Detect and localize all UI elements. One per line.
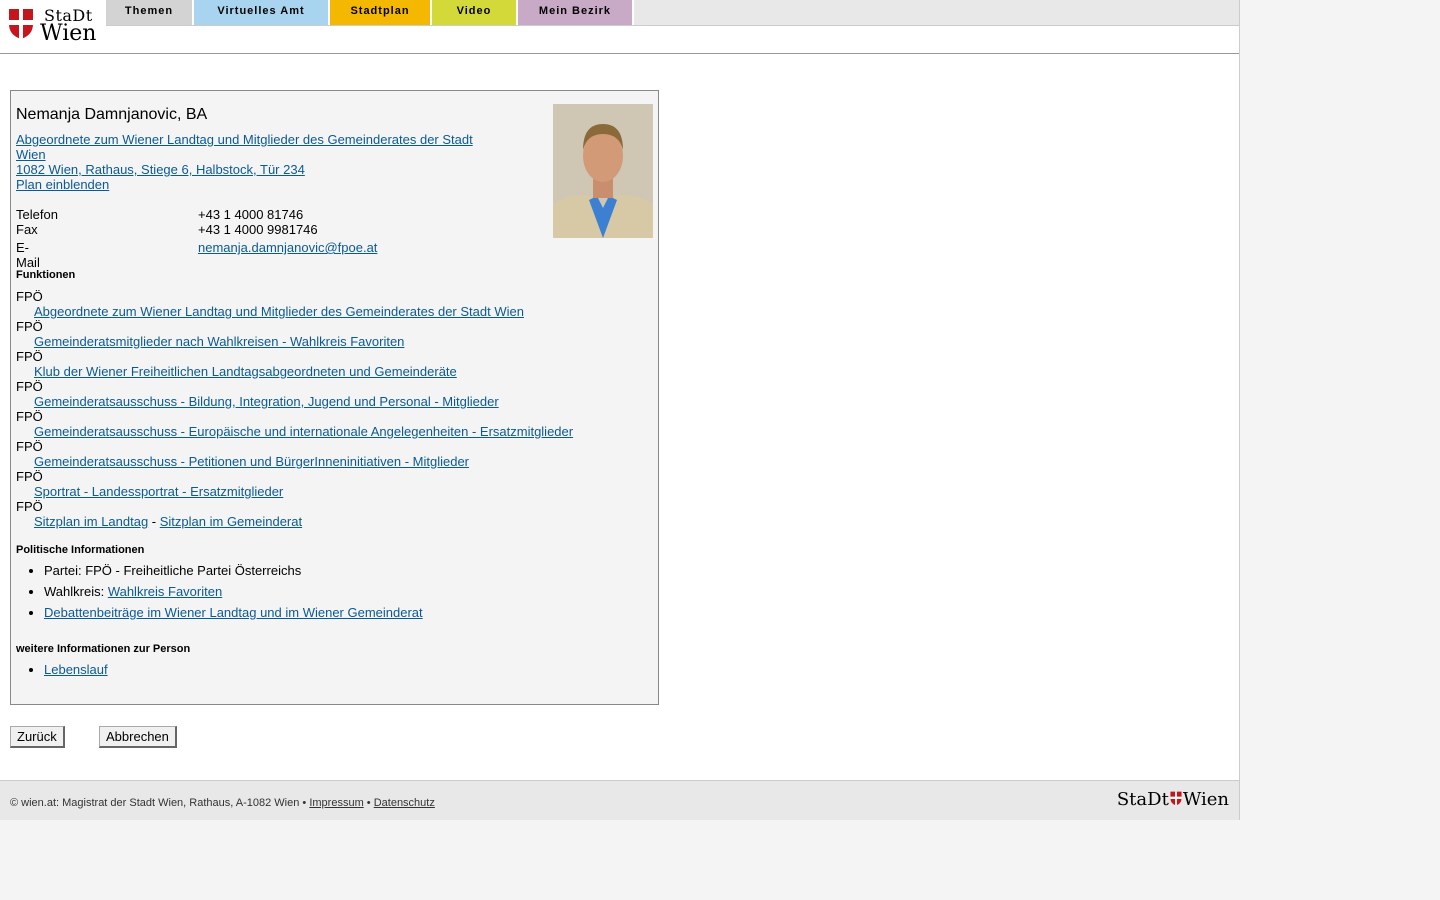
footer-logo[interactable]: StaDt Wien <box>1117 789 1229 810</box>
main-nav: Themen Virtuelles Amt Stadtplan Video Me… <box>106 0 1239 26</box>
seating-item: FPÖ Sitzplan im Landtag - Sitzplan im Ge… <box>16 499 656 529</box>
footer-logo-stadt: StaDt <box>1116 789 1169 810</box>
nav-tab-video[interactable]: Video <box>432 0 518 25</box>
function-link[interactable]: Abgeordnete zum Wiener Landtag und Mitgl… <box>34 304 524 319</box>
more-info-list: Lebenslauf <box>11 662 108 683</box>
function-party: FPÖ <box>16 439 43 454</box>
show-map-link[interactable]: Plan einblenden <box>16 177 486 192</box>
function-link[interactable]: Sportrat - Landessportrat - Ersatzmitgli… <box>34 484 283 499</box>
more-info-heading: weitere Informationen zur Person <box>16 643 191 655</box>
back-button[interactable]: Zurück <box>10 726 65 748</box>
footer-text: © wien.at: Magistrat der Stadt Wien, Rat… <box>10 797 435 809</box>
person-name: Nemanja Damnjanovic, BA <box>16 106 208 123</box>
vienna-shield-icon <box>9 9 33 39</box>
district-label: Wahlkreis: <box>44 584 108 599</box>
seating-gemeinderat-link[interactable]: Sitzplan im Gemeinderat <box>160 514 302 529</box>
function-party: FPÖ <box>16 319 43 334</box>
debates-item: Debattenbeiträge im Wiener Landtag und i… <box>44 605 423 620</box>
function-item: FPÖ Gemeinderatsausschuss - Bildung, Int… <box>16 379 656 409</box>
cv-link[interactable]: Lebenslauf <box>44 662 108 677</box>
role-link[interactable]: Abgeordnete zum Wiener Landtag und Mitgl… <box>16 132 486 162</box>
page: StaDt Wien Themen Virtuelles Amt Stadtpl… <box>0 0 1240 820</box>
fax-label: Fax <box>16 222 38 237</box>
function-party: FPÖ <box>16 379 43 394</box>
functions-heading: Funktionen <box>16 269 76 281</box>
footer-separator: • <box>363 797 374 809</box>
address-link[interactable]: 1082 Wien, Rathaus, Stiege 6, Halbstock,… <box>16 162 486 177</box>
stadt-wien-logo[interactable]: StaDt Wien <box>6 6 102 46</box>
seating-party: FPÖ <box>16 499 43 514</box>
person-card: Nemanja Damnjanovic, BA Abgeordnete zum … <box>10 90 659 705</box>
function-item: FPÖ Sportrat - Landessportrat - Ersatzmi… <box>16 469 656 499</box>
district-link[interactable]: Wahlkreis Favoriten <box>108 584 222 599</box>
function-link[interactable]: Gemeinderatsmitglieder nach Wahlkreisen … <box>34 334 404 349</box>
political-list: Partei: FPÖ - Freiheitliche Partei Öster… <box>11 563 423 626</box>
debates-link[interactable]: Debattenbeiträge im Wiener Landtag und i… <box>44 605 423 620</box>
function-link[interactable]: Klub der Wiener Freiheitlichen Landtagsa… <box>34 364 457 379</box>
function-link[interactable]: Gemeinderatsausschuss - Bildung, Integra… <box>34 394 499 409</box>
cancel-button[interactable]: Abbrechen <box>99 726 177 748</box>
nav-tab-stadtplan[interactable]: Stadtplan <box>330 0 432 25</box>
district-item: Wahlkreis: Wahlkreis Favoriten <box>44 584 423 599</box>
phone-value: +43 1 4000 81746 <box>198 207 304 222</box>
role-link-line1: Abgeordnete zum Wiener Landtag und Mitgl… <box>16 132 473 147</box>
footer-logo-wien: Wien <box>1182 789 1229 810</box>
party-item: Partei: FPÖ - Freiheitliche Partei Öster… <box>44 563 423 578</box>
seating-landtag-link[interactable]: Sitzplan im Landtag <box>34 514 148 529</box>
privacy-link[interactable]: Datenschutz <box>374 797 435 809</box>
email-label: E-Mail <box>16 240 40 270</box>
party-label: Partei: <box>44 563 86 578</box>
person-photo <box>553 104 653 238</box>
fax-value: +43 1 4000 9981746 <box>198 222 318 237</box>
logo-text-wien: Wien <box>40 21 97 46</box>
role-link-line2: Wien <box>16 147 46 162</box>
function-party: FPÖ <box>16 409 43 424</box>
function-item: FPÖ Gemeinderatsausschuss - Europäische … <box>16 409 656 439</box>
political-heading: Politische Informationen <box>16 544 145 556</box>
function-party: FPÖ <box>16 469 43 484</box>
footer: © wien.at: Magistrat der Stadt Wien, Rat… <box>0 780 1239 820</box>
footer-copyright: © wien.at: Magistrat der Stadt Wien, Rat… <box>10 797 310 809</box>
header: StaDt Wien Themen Virtuelles Amt Stadtpl… <box>0 0 1239 54</box>
email-link[interactable]: nemanja.damnjanovic@fpoe.at <box>198 240 377 255</box>
impressum-link[interactable]: Impressum <box>309 797 363 809</box>
function-link[interactable]: Gemeinderatsausschuss - Petitionen und B… <box>34 454 469 469</box>
seating-separator: - <box>148 514 160 529</box>
function-party: FPÖ <box>16 289 43 304</box>
phone-label: Telefon <box>16 207 58 222</box>
address-block: Abgeordnete zum Wiener Landtag und Mitgl… <box>16 132 486 192</box>
function-item: FPÖ Abgeordnete zum Wiener Landtag und M… <box>16 289 656 319</box>
nav-tab-themen[interactable]: Themen <box>106 0 194 25</box>
cv-item: Lebenslauf <box>44 662 108 677</box>
function-item: FPÖ Gemeinderatsausschuss - Petitionen u… <box>16 439 656 469</box>
party-value: FPÖ - Freiheitliche Partei Österreichs <box>85 563 302 578</box>
functions-list: FPÖ Abgeordnete zum Wiener Landtag und M… <box>16 289 656 529</box>
nav-tab-virtuelles-amt[interactable]: Virtuelles Amt <box>194 0 330 25</box>
function-item: FPÖ Klub der Wiener Freiheitlichen Landt… <box>16 349 656 379</box>
function-item: FPÖ Gemeinderatsmitglieder nach Wahlkrei… <box>16 319 656 349</box>
vienna-shield-icon <box>1170 791 1182 806</box>
function-link[interactable]: Gemeinderatsausschuss - Europäische und … <box>34 424 573 439</box>
function-party: FPÖ <box>16 349 43 364</box>
nav-tab-mein-bezirk[interactable]: Mein Bezirk <box>518 0 634 25</box>
